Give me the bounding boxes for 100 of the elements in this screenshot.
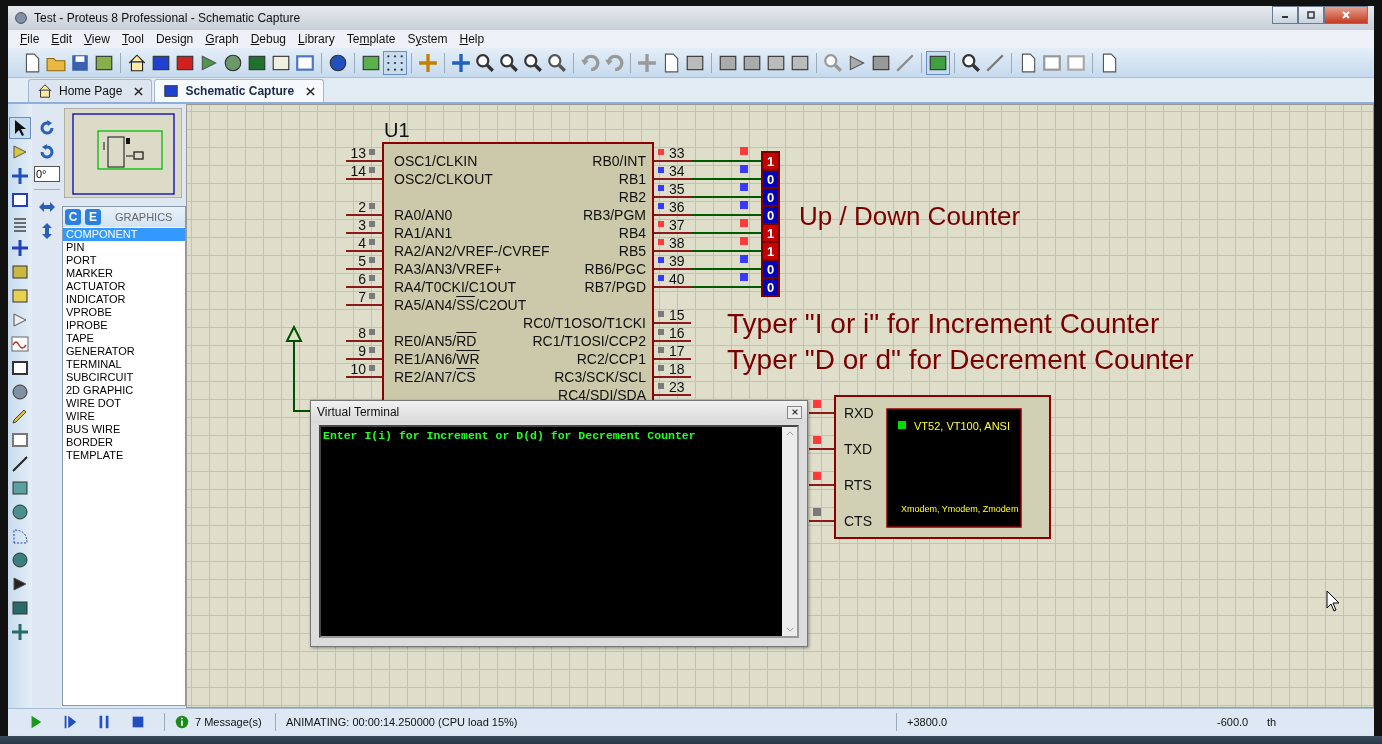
pin-label: RB7/PGD (584, 279, 646, 295)
unit-label: th (1267, 716, 1277, 728)
close-button[interactable] (1324, 6, 1368, 24)
selector-item[interactable]: WIRE (63, 410, 185, 423)
x-coordinate: +3800.0 (907, 716, 949, 728)
document-tab[interactable]: Schematic Capture (154, 79, 325, 102)
line-icon[interactable] (10, 454, 30, 474)
menu-item[interactable]: View (78, 32, 116, 46)
probe-value: 0 (766, 172, 775, 187)
selector-item[interactable]: IPROBE (63, 319, 185, 332)
menu-item[interactable]: Design (149, 32, 200, 46)
terminal-window-title: Virtual Terminal (317, 405, 400, 419)
box-icon[interactable] (10, 478, 30, 498)
wire-state-indicator (740, 201, 748, 209)
wire-state-indicator (740, 183, 748, 191)
menu-item[interactable]: Graph (199, 32, 245, 46)
selector-item[interactable]: TEMPLATE (63, 449, 185, 462)
selector-item[interactable]: BUS WIRE (63, 423, 185, 436)
menu-item[interactable]: Library (292, 32, 341, 46)
pin-number: 33 (669, 145, 685, 161)
selector-item[interactable]: VPROBE (63, 306, 185, 319)
select-cursor-icon[interactable] (10, 118, 30, 138)
terminal-line: Enter I(i) for Increment or D(d) for Decrement Counter (323, 429, 697, 442)
terminal-modes: VT52, VT100, ANSI (914, 420, 1010, 432)
pin-number: 2 (358, 199, 366, 215)
overview-map-drawing[interactable] (64, 108, 182, 198)
close-button[interactable] (787, 405, 802, 419)
menu-item[interactable]: System (401, 32, 454, 46)
schematic-canvas[interactable] (186, 104, 1374, 708)
selector-item[interactable]: BORDER (63, 436, 185, 449)
library-button[interactable]: C (65, 209, 81, 225)
menu-item[interactable]: Debug (244, 32, 293, 46)
selector-item[interactable]: INDICATOR (63, 293, 185, 306)
wire (690, 286, 762, 288)
library-button[interactable]: E (85, 209, 101, 225)
pin-number: 17 (669, 343, 685, 359)
circle-icon[interactable] (10, 502, 30, 522)
angle-field[interactable]: 0° (34, 166, 60, 182)
wire (690, 178, 762, 180)
zoom-in-icon[interactable] (474, 51, 496, 74)
pin-state-indicator (369, 329, 375, 335)
pin-label: RB6/PGC (584, 261, 646, 277)
close-tab-icon[interactable] (134, 86, 144, 96)
menu-item[interactable]: Tool (115, 32, 150, 46)
find-icon[interactable] (960, 51, 982, 74)
selector-item[interactable]: PIN (63, 241, 185, 254)
pin-label: RB2 (618, 189, 646, 205)
wire-state-indicator (740, 255, 748, 263)
step-icon[interactable] (62, 714, 78, 730)
pin-number: 37 (669, 217, 685, 233)
probe-value: 0 (766, 262, 775, 277)
selector-item[interactable]: TAPE (63, 332, 185, 345)
selector-item[interactable]: SUBCIRCUIT (63, 371, 185, 384)
close-icon (1341, 10, 1351, 20)
pin-label: RB5 (618, 243, 646, 259)
menu-item[interactable]: Edit (45, 32, 79, 46)
pin-label: RA2/AN2/VREF-/CVREF (394, 243, 550, 259)
grid-icon[interactable] (384, 51, 406, 74)
menu-item[interactable]: File (14, 32, 46, 46)
pin-state-indicator (369, 293, 375, 299)
info-icon (175, 715, 189, 729)
wire (690, 214, 762, 216)
pin-state-indicator (369, 239, 375, 245)
selector-item[interactable]: PORT (63, 254, 185, 267)
menu-item[interactable]: Help (453, 32, 491, 46)
selector-item[interactable]: MARKER (63, 267, 185, 280)
pin-state-indicator (369, 365, 375, 371)
status-led-icon (898, 421, 906, 429)
selector-item[interactable]: 2D GRAPHIC (63, 384, 185, 397)
selector-item[interactable]: GENERATOR (63, 345, 185, 358)
stop-icon[interactable] (130, 714, 146, 730)
pin-number: 38 (669, 235, 685, 251)
wire-state-indicator (740, 147, 748, 155)
pin-label: RB0/INT (592, 153, 646, 169)
menu-item[interactable]: Template (340, 32, 402, 46)
probe-value: 0 (766, 280, 775, 295)
close-tab-icon[interactable] (306, 86, 316, 96)
wire-state-indicator (740, 273, 748, 281)
annotation-text: Typer "D or d" for Decrement Counter (727, 344, 1194, 375)
pin-label: RXD (844, 405, 874, 421)
pin-number: 3 (358, 217, 366, 233)
document-tab[interactable]: Home Page (28, 79, 153, 102)
graph-icon[interactable] (10, 334, 30, 354)
selector-item[interactable]: ACTUATOR (63, 280, 185, 293)
pin-label: RA3/AN3/VREF+ (394, 261, 502, 277)
selector-item[interactable]: TERMINAL (63, 358, 185, 371)
app-icon (14, 11, 28, 25)
pin-label: RE0/AN5/RD (394, 333, 477, 349)
minimize-button[interactable] (1272, 6, 1298, 24)
pin-number: 40 (669, 271, 685, 287)
pin-label: RB1 (618, 171, 646, 187)
wire (690, 232, 762, 234)
message-count[interactable]: 7 Message(s) (195, 716, 265, 728)
selector-item[interactable]: WIRE DOT (63, 397, 185, 410)
simulation-status: ANIMATING: 00:00:14.250000 (CPU load 15%) (286, 716, 519, 728)
wire (690, 268, 762, 270)
pin-label: OSC2/CLKOUT (394, 171, 493, 187)
maximize-icon (1306, 10, 1316, 20)
pin-state-indicator (369, 275, 375, 281)
maximize-button[interactable] (1298, 6, 1324, 24)
